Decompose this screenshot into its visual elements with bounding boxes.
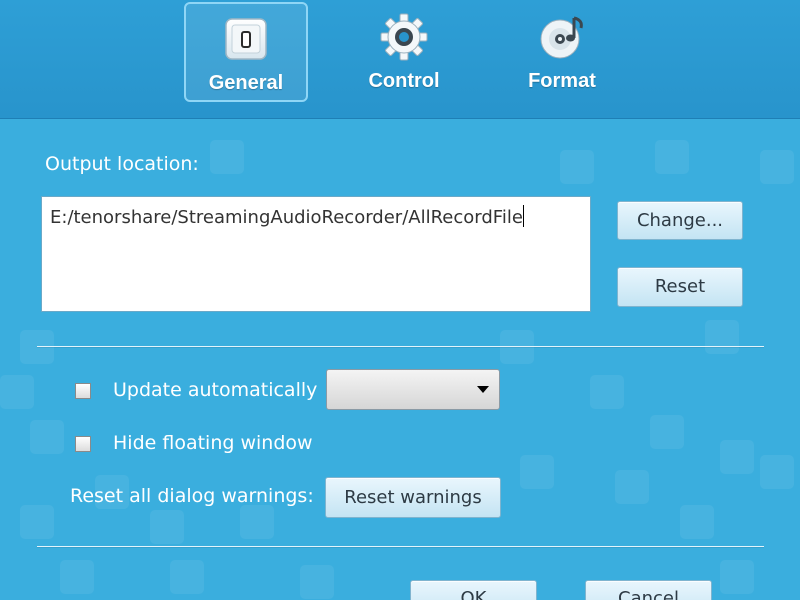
general-panel: Output location: E:/tenorshare/Streaming… (0, 0, 800, 600)
change-button[interactable]: Change... (617, 201, 743, 240)
reset-button[interactable]: Reset (617, 267, 743, 307)
cancel-button[interactable]: Cancel (585, 580, 712, 600)
output-path-field[interactable]: E:/tenorshare/StreamingAudioRecorder/All… (41, 196, 591, 312)
output-path-text: E:/tenorshare/StreamingAudioRecorder/All… (50, 207, 523, 228)
update-automatically-label: Update automatically (113, 379, 318, 401)
reset-warnings-button[interactable]: Reset warnings (325, 477, 501, 518)
hide-floating-window-label: Hide floating window (113, 432, 313, 454)
update-frequency-dropdown[interactable] (326, 369, 500, 410)
output-location-label: Output location: (45, 153, 199, 175)
update-automatically-checkbox[interactable] (75, 383, 91, 399)
section-divider (37, 346, 764, 347)
text-caret (522, 205, 524, 227)
footer-divider (37, 546, 764, 547)
ok-button[interactable]: OK (410, 580, 537, 600)
hide-floating-window-checkbox[interactable] (75, 436, 91, 452)
reset-warnings-label: Reset all dialog warnings: (70, 485, 314, 507)
chevron-down-icon (477, 386, 489, 393)
